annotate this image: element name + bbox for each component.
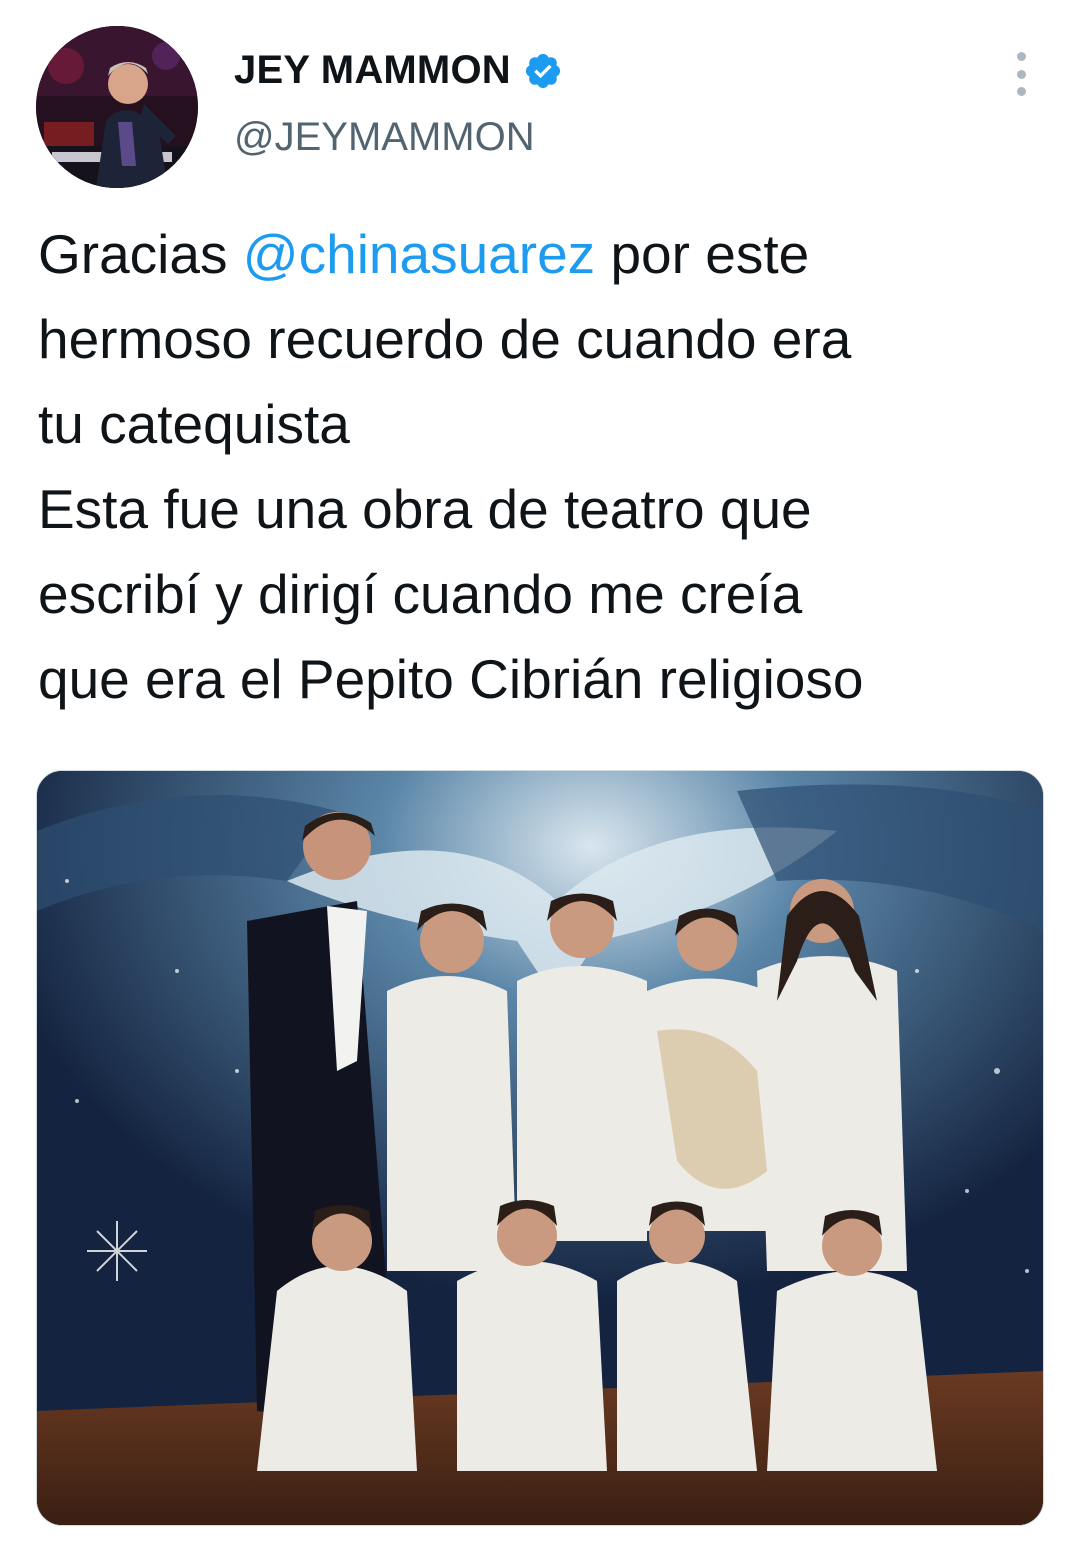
group-photo [37,771,1043,1525]
author-avatar[interactable] [36,26,198,188]
tweet-text-line: Esta fue una obra de teatro que [38,478,812,540]
tweet-text-line: Gracias @chinasuarez por este [38,212,1048,297]
more-dot [1016,87,1026,96]
tweet-text-line: que era el Pepito Cibrián religioso [38,648,864,710]
verified-badge-icon [523,51,563,91]
mention-link[interactable]: @chinasuarez [243,223,595,285]
more-dot [1016,69,1026,79]
more-dot [1016,52,1026,61]
tweet-text: Gracias @chinasuarez por este hermoso re… [38,212,1048,722]
avatar-photo [36,26,198,188]
display-name-text: JEY MAMMON [234,48,511,92]
text-segment: por este [595,223,810,285]
tweet-text-line: tu catequista [38,393,350,455]
tweet-media-photo[interactable] [36,770,1044,1526]
tweet-text-line: escribí y dirigí cuando me creía [38,563,803,625]
author-handle[interactable]: @JEYMAMMON [234,115,535,160]
author-display-name[interactable]: JEY MAMMON [234,48,563,93]
more-options-icon[interactable] [1008,52,1034,96]
text-segment: Gracias [38,223,243,285]
tweet-text-line: hermoso recuerdo de cuando era [38,308,852,370]
